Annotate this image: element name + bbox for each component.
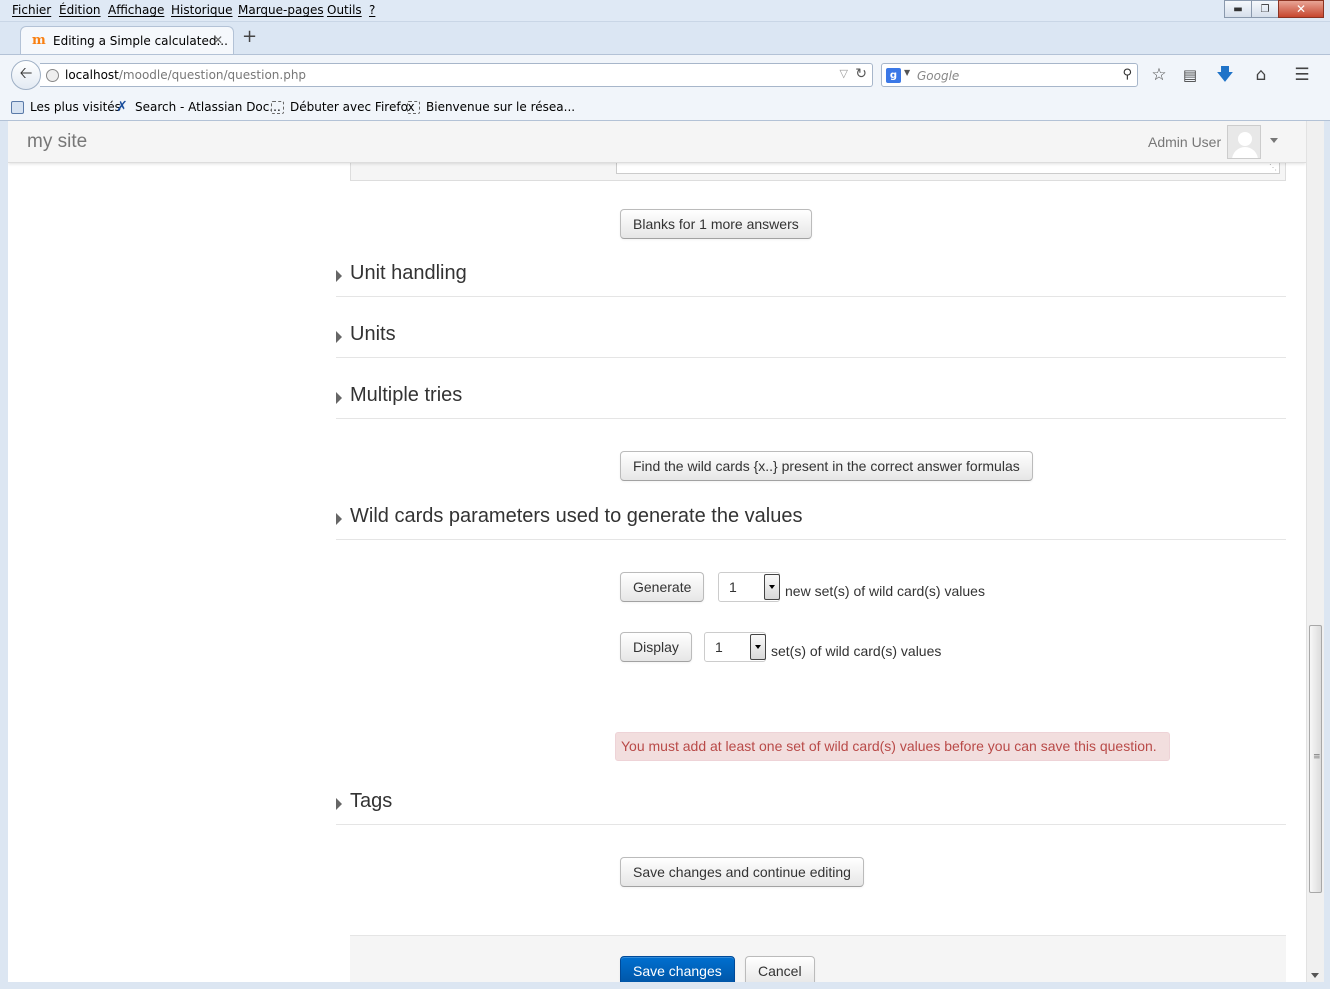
- form-actions-bar: [350, 935, 1286, 982]
- reading-list-icon[interactable]: ▤: [1179, 64, 1201, 86]
- search-box[interactable]: g ▼ Google ⚲: [881, 63, 1138, 87]
- blanks-more-answers-button[interactable]: Blanks for 1 more answers: [620, 209, 812, 239]
- bookmark-atlassian[interactable]: ✗ Search - Atlassian Doc...: [116, 98, 281, 115]
- minimize-icon[interactable]: ▬: [1224, 0, 1252, 18]
- page-viewport: my site Admin User ⋱ Blanks for 1 more a…: [8, 121, 1306, 982]
- collapse-caret-icon: [336, 270, 342, 282]
- download-icon[interactable]: 🡇: [1214, 64, 1236, 86]
- bookmark-firefox[interactable]: Débuter avec Firefox: [271, 100, 415, 114]
- section-wildcards-parameters[interactable]: Wild cards parameters used to generate t…: [336, 502, 1286, 540]
- search-engine-dropdown-icon[interactable]: ▼: [904, 68, 910, 77]
- back-button[interactable]: 🡠: [11, 60, 41, 90]
- resize-grip-icon[interactable]: ⋱: [1269, 164, 1277, 172]
- scrollbar-thumb[interactable]: ≡: [1309, 625, 1322, 893]
- window-bottom-border: [0, 982, 1330, 989]
- section-title: Unit handling: [350, 262, 467, 284]
- close-window-icon[interactable]: ✕: [1278, 0, 1324, 18]
- section-title: Wild cards parameters used to generate t…: [350, 505, 803, 527]
- bookmark-label: Search - Atlassian Doc...: [135, 100, 281, 114]
- url-text: localhost/moodle/question/question.php: [65, 68, 306, 82]
- avatar-body: [1232, 147, 1258, 158]
- menu-bar: Fichier Édition Affichage Historique Mar…: [0, 0, 1330, 22]
- section-units[interactable]: Units: [336, 320, 1286, 358]
- search-icon[interactable]: ⚲: [1122, 67, 1132, 82]
- display-label: set(s) of wild card(s) values: [771, 643, 942, 659]
- save-changes-button[interactable]: Save changes: [620, 956, 735, 982]
- vertical-scrollbar[interactable]: ≡: [1306, 121, 1324, 982]
- reload-icon[interactable]: ↻: [855, 66, 867, 82]
- avatar[interactable]: [1227, 125, 1261, 159]
- menu-affichage[interactable]: Affichage: [108, 3, 164, 17]
- window-controls: ▬ ❐ ✕: [1224, 0, 1324, 20]
- avatar-head: [1238, 132, 1252, 146]
- display-button[interactable]: Display: [620, 632, 692, 662]
- tab-close-icon[interactable]: ✕: [213, 33, 223, 47]
- bookmark-most-visited[interactable]: Les plus visités: [11, 100, 121, 114]
- search-placeholder: Google: [917, 69, 960, 83]
- google-icon[interactable]: g: [886, 68, 901, 83]
- wildcard-error-message: You must add at least one set of wild ca…: [615, 732, 1170, 761]
- tab-editing-question[interactable]: m Editing a Simple calculated... ✕: [20, 26, 234, 54]
- collapse-caret-icon: [336, 513, 342, 525]
- dropdown-arrow-icon[interactable]: [750, 634, 766, 660]
- bookmark-bienvenue[interactable]: Bienvenue sur le résea...: [407, 100, 575, 114]
- bookmarks-toolbar: Les plus visités ✗ Search - Atlassian Doc…: [0, 94, 1330, 121]
- find-wildcards-button[interactable]: Find the wild cards {x..} present in the…: [620, 451, 1033, 481]
- section-unit-handling[interactable]: Unit handling: [336, 259, 1286, 297]
- dropdown-arrow-icon[interactable]: [764, 574, 780, 600]
- site-brand[interactable]: my site: [27, 131, 87, 153]
- section-tags[interactable]: Tags: [336, 787, 1286, 825]
- menu-fichier[interactable]: Fichier: [12, 3, 51, 17]
- bookmark-star-icon[interactable]: ☆: [1148, 64, 1170, 86]
- collapse-caret-icon: [336, 798, 342, 810]
- tab-bar: m Editing a Simple calculated... ✕: [0, 22, 1330, 54]
- home-icon[interactable]: ⌂: [1250, 64, 1272, 86]
- page-icon: [271, 100, 284, 114]
- bookmark-label: Débuter avec Firefox: [290, 100, 415, 114]
- generate-count-select[interactable]: 1: [718, 572, 780, 602]
- atlassian-icon: ✗: [116, 98, 128, 115]
- url-dropdown-icon[interactable]: ▽: [840, 67, 848, 80]
- select-value: 1: [729, 579, 737, 595]
- tab-title: Editing a Simple calculated...: [53, 34, 228, 48]
- user-name[interactable]: Admin User: [1148, 134, 1221, 150]
- globe-icon: [46, 69, 59, 82]
- scroll-grip-icon: ≡: [1313, 752, 1321, 762]
- most-visited-icon: [11, 100, 24, 114]
- generate-label: new set(s) of wild card(s) values: [785, 583, 985, 599]
- bookmark-label: Bienvenue sur le résea...: [426, 100, 576, 114]
- generate-button[interactable]: Generate: [620, 572, 705, 602]
- cancel-button[interactable]: Cancel: [745, 956, 815, 982]
- new-tab-icon[interactable]: +: [242, 28, 257, 46]
- menu-outils[interactable]: Outils: [327, 3, 362, 17]
- hamburger-menu-icon[interactable]: ☰: [1291, 64, 1313, 86]
- section-multiple-tries[interactable]: Multiple tries: [336, 381, 1286, 419]
- menu-historique[interactable]: Historique: [171, 3, 233, 17]
- menu-edition[interactable]: Édition: [59, 3, 101, 17]
- save-continue-button[interactable]: Save changes and continue editing: [620, 857, 864, 887]
- display-count-select[interactable]: 1: [704, 632, 766, 662]
- bookmark-label: Les plus visités: [30, 100, 121, 114]
- menu-marque-pages[interactable]: Marque-pages: [238, 3, 324, 17]
- scroll-down-icon[interactable]: [1311, 973, 1319, 978]
- select-value: 1: [715, 639, 723, 655]
- nav-toolbar: localhost/moodle/question/question.php ▽…: [0, 54, 1330, 94]
- maximize-icon[interactable]: ❐: [1251, 0, 1279, 18]
- url-bar[interactable]: localhost/moodle/question/question.php ▽…: [40, 63, 873, 87]
- collapse-caret-icon: [336, 392, 342, 404]
- previous-answer-fieldset: ⋱: [350, 161, 1286, 181]
- page-icon: [407, 100, 420, 114]
- section-title: Tags: [350, 790, 393, 812]
- url-host: localhost: [65, 68, 119, 82]
- section-title: Units: [350, 323, 396, 345]
- collapse-caret-icon: [336, 331, 342, 343]
- url-path: /moodle/question/question.php: [118, 68, 307, 82]
- user-menu-caret-icon[interactable]: [1270, 138, 1278, 143]
- moodle-favicon-icon: m: [32, 33, 46, 48]
- menu-help[interactable]: ?: [369, 3, 375, 17]
- section-title: Multiple tries: [350, 384, 463, 406]
- site-header: my site Admin User: [8, 121, 1306, 163]
- back-arrow-icon: 🡠: [19, 62, 33, 82]
